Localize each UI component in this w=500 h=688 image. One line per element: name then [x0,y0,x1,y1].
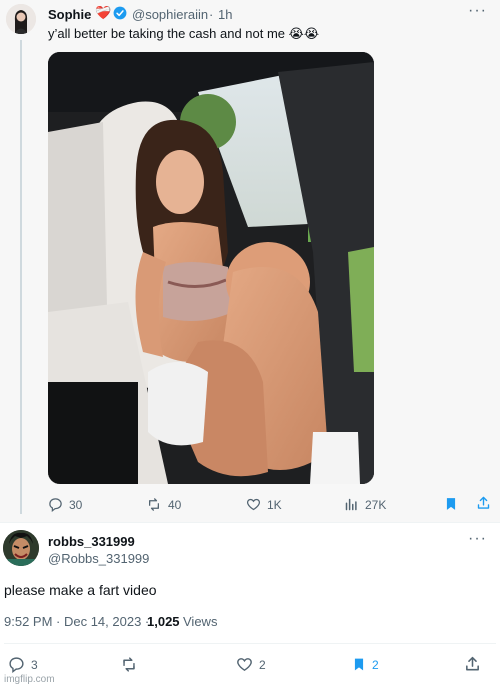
reply-like-button[interactable]: 2 [236,656,266,673]
watermark: imgflip.com [4,674,55,685]
author-emoji: ❤️‍🩹 [95,5,112,20]
reply-author-name[interactable]: robbs_331999 [48,534,135,549]
separator-dot: · [209,7,214,22]
reply-retweet-button[interactable] [120,656,138,673]
reply-views-count: 1,025 [147,614,180,629]
views-button[interactable]: 27K [344,497,386,512]
bookmark-icon [354,658,364,671]
author-name[interactable]: Sophie [48,7,91,22]
reply-reply-button[interactable]: 3 [8,656,38,673]
reply-views-label: Views [183,614,218,629]
retweet-icon [123,657,135,672]
reply-bookmark-button[interactable]: 2 [352,656,379,673]
thread-line [20,40,22,514]
reply-share-button[interactable] [464,655,481,673]
reply-button[interactable]: 30 [48,497,82,512]
reply-like-count: 2 [259,657,266,672]
like-count: 1K [267,497,282,512]
share-icon [466,656,479,671]
like-icon [237,658,252,672]
share-icon [477,496,490,509]
like-button[interactable]: 1K [246,497,282,512]
share-button[interactable] [476,495,491,511]
reply-author-handle[interactable]: @Robbs_331999 [48,551,149,566]
views-icon [345,498,357,511]
like-icon [247,498,260,511]
bookmark-icon [446,498,456,510]
reply-bookmark-count: 2 [372,657,379,672]
reply-reply-count: 3 [31,657,38,672]
retweet-count: 40 [168,497,182,512]
views-count: 27K [365,497,387,512]
reply-timestamp[interactable]: 9:52 PM · Dec 14, 2023 · [4,614,149,629]
more-icon[interactable]: ··· [468,530,487,548]
avatar-robbs[interactable] [3,530,39,566]
reply-count: 30 [69,497,83,512]
reply-text: please make a fart video [4,582,157,598]
divider [0,522,500,523]
reply-icon [9,657,24,673]
avatar-sophie[interactable] [6,4,36,34]
tweet-text: y’all better be taking the cash and not … [48,26,320,41]
reply-icon [49,498,62,512]
verified-icon [113,6,127,20]
more-icon[interactable]: ··· [468,2,487,20]
divider [4,643,496,644]
retweet-icon [149,498,159,511]
retweet-button[interactable]: 40 [146,497,181,512]
bookmark-button[interactable] [444,496,458,512]
tweet-time[interactable]: 1h [218,7,232,22]
author-handle[interactable]: @sophieraiin [132,7,208,22]
tweet-photo[interactable] [48,52,374,484]
